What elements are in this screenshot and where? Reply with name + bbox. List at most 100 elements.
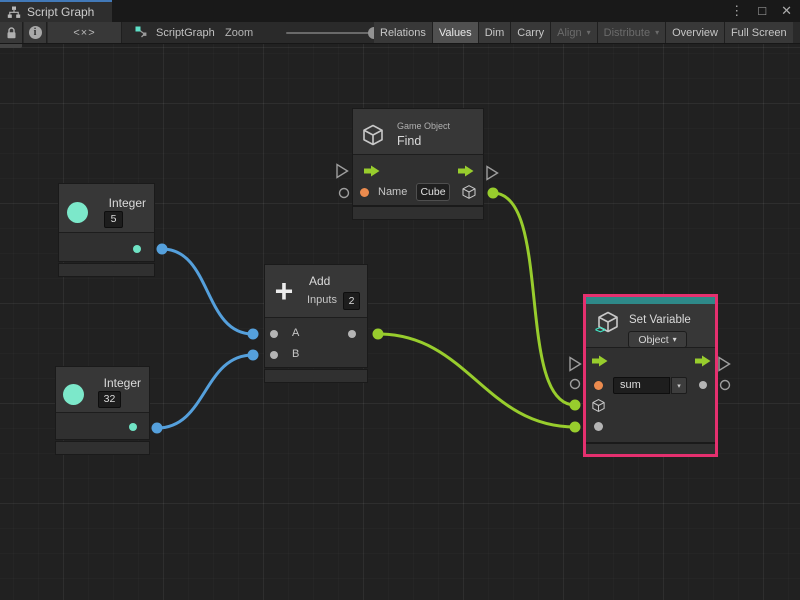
code-view-button[interactable]: <×>	[48, 22, 122, 43]
zoom-label: Zoom	[225, 27, 253, 39]
distribute-button[interactable]: Distribute▾	[598, 22, 666, 43]
values-button[interactable]: Values	[433, 22, 479, 43]
fullscreen-button[interactable]: Full Screen	[725, 22, 793, 43]
node-title: Set Variable	[629, 314, 691, 326]
variable-kind-strip	[586, 297, 715, 304]
edge-integer5-to-add-a[interactable]	[162, 249, 253, 334]
chevron-down-icon: ▾	[655, 28, 659, 37]
node-footer	[586, 444, 715, 454]
edge-find-to-setvariable-object[interactable]	[493, 193, 575, 405]
port-setvariable-name-external[interactable]	[571, 380, 580, 389]
node-footer	[353, 207, 483, 219]
integer-value-field[interactable]: 5	[104, 211, 123, 228]
flow-in-arrow-icon[interactable]	[592, 355, 608, 367]
port-find-flow-in[interactable]	[337, 165, 348, 178]
zoom-slider-track[interactable]	[286, 32, 374, 34]
title-bar: Script Graph ⋮ □ ✕	[0, 0, 800, 22]
port-setvariable-value-out[interactable]	[721, 381, 730, 390]
name-value-field[interactable]: Cube	[416, 183, 450, 201]
port-add-output[interactable]	[373, 329, 384, 340]
variable-name-port-dot[interactable]	[594, 381, 603, 390]
node-set-variable[interactable]: <> Set Variable Object ▾ sum ▾	[586, 297, 715, 454]
port-setvariable-flow-in[interactable]	[570, 358, 581, 371]
node-footer	[265, 370, 367, 382]
chevron-down-icon: ▾	[587, 28, 591, 37]
variable-code-icon: <>	[595, 325, 605, 336]
window-close-icon[interactable]: ✕	[781, 0, 792, 22]
flow-in-arrow-icon[interactable]	[364, 165, 380, 177]
variable-name-dropdown-button[interactable]: ▾	[671, 377, 687, 394]
flow-out-arrow-icon[interactable]	[458, 165, 474, 177]
gameobject-cube-icon	[361, 123, 385, 147]
gameobject-port-icon[interactable]	[461, 184, 477, 200]
chevron-down-icon: ▾	[673, 335, 677, 344]
graph-name: ScriptGraph	[156, 27, 215, 39]
graph-tree-icon	[7, 6, 21, 19]
port-add-input-a[interactable]	[248, 329, 259, 340]
info-icon: i	[29, 26, 42, 39]
add-icon: +	[270, 278, 298, 304]
node-title: Add	[309, 274, 330, 288]
lock-icon	[6, 27, 17, 39]
integer-type-icon	[67, 202, 88, 223]
value-out-dot[interactable]	[699, 381, 707, 389]
toolbar-button-group: Relations Values Dim Carry Align▾ Distri…	[374, 22, 800, 43]
node-footer	[59, 264, 154, 276]
node-integer-32[interactable]: Integer 32	[56, 367, 149, 454]
relations-button[interactable]: Relations	[374, 22, 433, 43]
port-find-flow-out[interactable]	[487, 167, 498, 180]
port-integer5-output[interactable]	[157, 244, 168, 255]
zoom-control: Zoom 1x	[225, 22, 398, 43]
input-a-dot[interactable]	[270, 330, 278, 338]
port-setvariable-value-input[interactable]	[570, 422, 581, 433]
overview-button[interactable]: Overview	[666, 22, 725, 43]
window-maximize-icon[interactable]: □	[758, 0, 766, 22]
chevron-down-icon: ▾	[677, 382, 681, 390]
variable-scope-dropdown[interactable]: Object ▾	[628, 331, 687, 348]
edge-integer32-to-add-b[interactable]	[157, 355, 253, 428]
tab-script-graph[interactable]: Script Graph	[0, 0, 112, 22]
port-integer32-output[interactable]	[152, 423, 163, 434]
port-setvariable-flow-out[interactable]	[719, 358, 730, 371]
carry-button[interactable]: Carry	[511, 22, 551, 43]
name-port-dot[interactable]	[360, 188, 369, 197]
target-object-port-icon[interactable]	[591, 398, 606, 413]
graph-toolbar: i <×> ScriptGraph Zoom 1x Relations Valu…	[0, 22, 800, 44]
inputs-count-field[interactable]: 2	[343, 292, 360, 310]
port-setvariable-object-input[interactable]	[570, 400, 581, 411]
integer-value-field[interactable]: 32	[98, 391, 121, 408]
info-button[interactable]: i	[24, 22, 47, 43]
flow-out-arrow-icon[interactable]	[695, 355, 711, 367]
output-port-dot[interactable]	[129, 423, 137, 431]
dim-button[interactable]: Dim	[479, 22, 512, 43]
output-port-dot[interactable]	[133, 245, 141, 253]
input-a-label: A	[292, 327, 299, 339]
align-button[interactable]: Align▾	[551, 22, 597, 43]
node-category: Game Object	[397, 121, 450, 131]
input-b-dot[interactable]	[270, 351, 278, 359]
node-add[interactable]: + Add Inputs 2 A B	[265, 265, 367, 382]
edge-add-to-setvariable-value[interactable]	[378, 334, 575, 427]
output-dot[interactable]	[348, 330, 356, 338]
node-title: Find	[397, 134, 421, 148]
port-add-input-b[interactable]	[248, 350, 259, 361]
tab-title: Script Graph	[27, 5, 94, 19]
name-label: Name	[378, 186, 407, 198]
value-in-dot[interactable]	[594, 422, 603, 431]
integer-type-icon	[63, 384, 84, 405]
code-view-icon: <×>	[73, 27, 95, 39]
window-menu-icon[interactable]: ⋮	[730, 0, 743, 22]
node-title: Integer	[109, 196, 146, 210]
node-integer-5[interactable]: Integer 5	[59, 184, 154, 276]
node-gameobject-find[interactable]: Game Object Find Name Cube	[353, 109, 483, 219]
port-find-output[interactable]	[488, 188, 499, 199]
lock-button[interactable]	[0, 22, 23, 43]
input-b-label: B	[292, 348, 299, 360]
node-footer	[56, 442, 149, 454]
variable-name-field[interactable]: sum	[613, 377, 670, 394]
inputs-label: Inputs	[307, 294, 337, 306]
port-find-name-external[interactable]	[340, 189, 349, 198]
graph-reference[interactable]: ScriptGraph	[134, 22, 215, 43]
script-graph-icon	[134, 25, 149, 40]
node-title: Integer	[104, 376, 141, 390]
